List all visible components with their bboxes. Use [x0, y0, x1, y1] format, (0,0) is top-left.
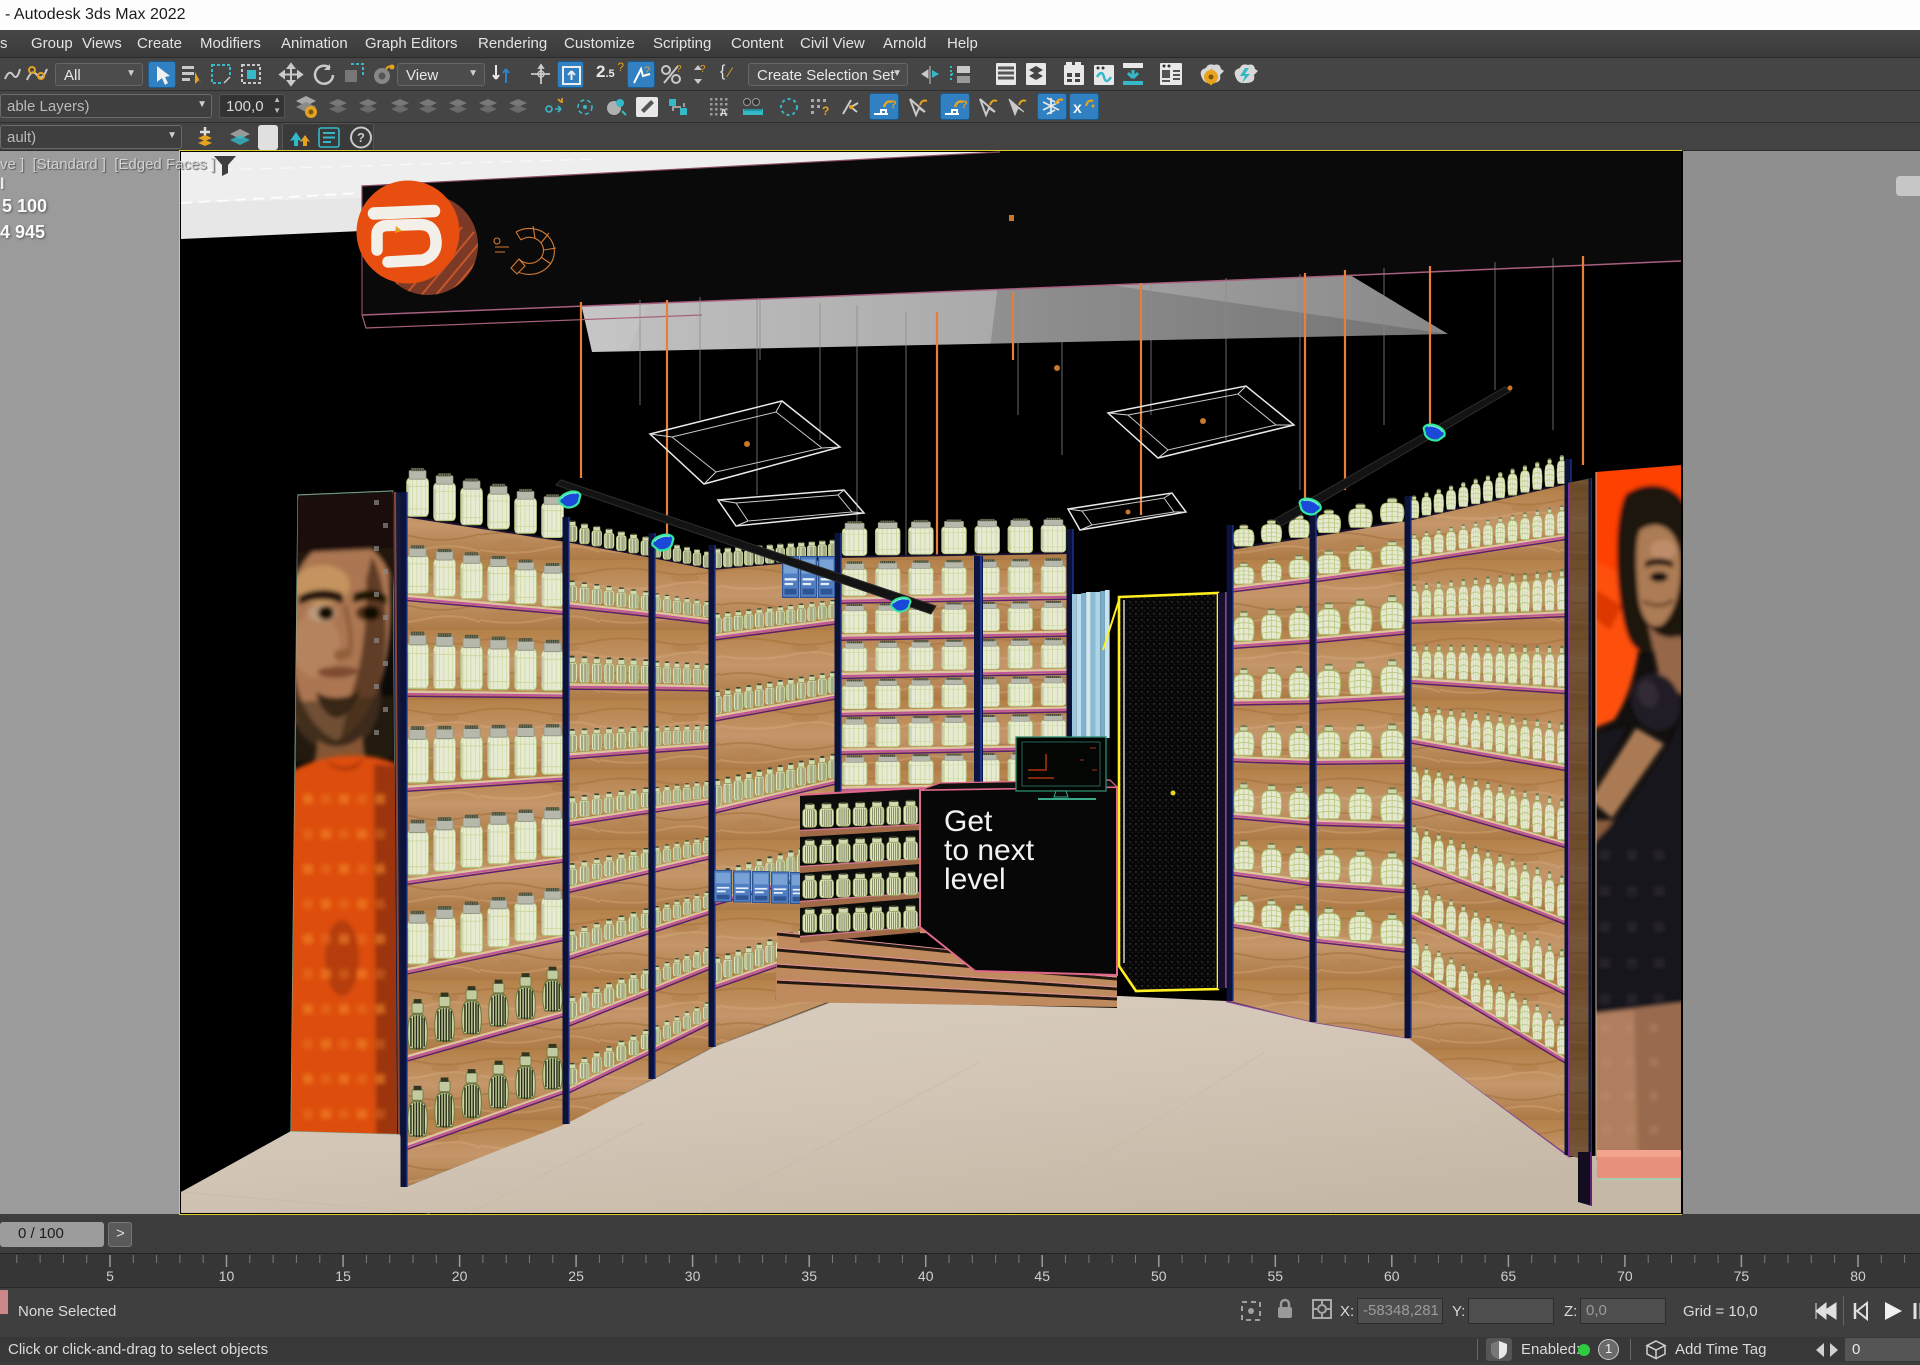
svg-text:?: ? [357, 130, 365, 145]
svg-text:15: 15 [335, 1268, 351, 1284]
svg-text:5: 5 [106, 1268, 114, 1284]
svg-text:55: 55 [1268, 1268, 1284, 1284]
svg-text:30: 30 [685, 1268, 701, 1284]
svg-text:A: A [720, 108, 727, 119]
svg-text:level: level [944, 863, 1006, 896]
svg-text:?: ? [644, 65, 650, 77]
svg-text:75: 75 [1734, 1268, 1750, 1284]
svg-text:35: 35 [801, 1268, 817, 1284]
svg-text:x: x [1073, 100, 1082, 117]
svg-text:65: 65 [1501, 1268, 1517, 1284]
svg-text:?: ? [961, 99, 968, 111]
svg-text:?: ? [890, 99, 897, 111]
svg-text:?: ? [676, 64, 682, 75]
svg-text:50: 50 [1151, 1268, 1167, 1284]
svg-text:10: 10 [219, 1268, 235, 1284]
svg-text:?: ? [822, 104, 829, 118]
svg-text:25: 25 [568, 1268, 584, 1284]
svg-text:70: 70 [1617, 1268, 1633, 1284]
svg-text:20: 20 [452, 1268, 468, 1284]
svg-text:?: ? [700, 64, 706, 75]
svg-text:40: 40 [918, 1268, 934, 1284]
svg-text:80: 80 [1850, 1268, 1866, 1284]
svg-text:60: 60 [1384, 1268, 1400, 1284]
svg-text:45: 45 [1034, 1268, 1050, 1284]
